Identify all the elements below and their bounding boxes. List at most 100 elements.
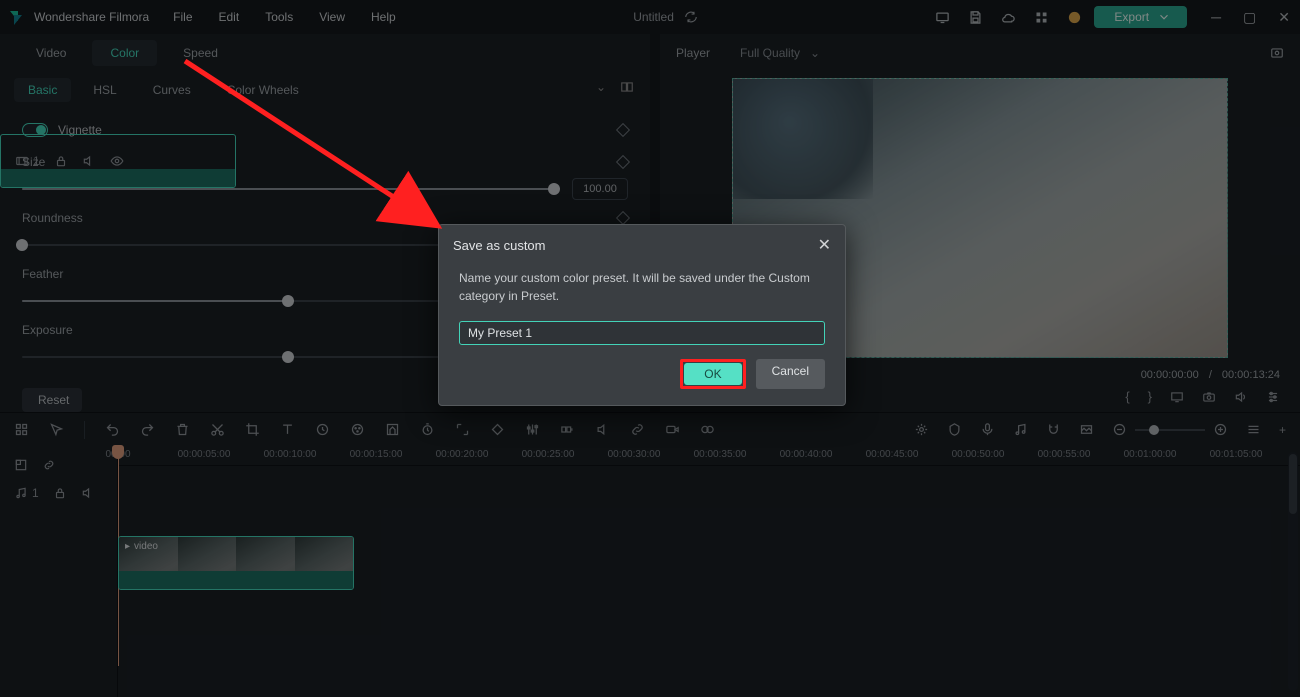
tab-basic[interactable]: Basic — [14, 78, 71, 102]
crop-icon[interactable] — [245, 422, 260, 437]
ruler-tick: 00:00:15:00 — [350, 449, 403, 460]
dialog-close-button[interactable]: ✕ — [818, 235, 831, 255]
zoom-in-icon[interactable] — [1213, 422, 1228, 437]
zoom-control — [1112, 422, 1228, 437]
brace-close[interactable]: } — [1148, 389, 1152, 404]
duration-icon[interactable] — [420, 422, 435, 437]
exposure-label: Exposure — [22, 323, 73, 337]
mute-icon[interactable] — [81, 486, 95, 500]
delete-icon[interactable] — [175, 422, 190, 437]
mixer-icon[interactable] — [914, 422, 929, 437]
user-avatar[interactable] — [1067, 10, 1082, 25]
fullscreen-icon[interactable] — [1170, 390, 1184, 404]
cut-icon[interactable] — [210, 422, 225, 437]
link-icon[interactable] — [630, 422, 645, 437]
record-icon[interactable] — [665, 422, 680, 437]
lock-icon[interactable] — [54, 154, 68, 168]
keyframe-icon[interactable] — [616, 123, 630, 137]
text-icon[interactable] — [280, 422, 295, 437]
tab-video[interactable]: Video — [18, 40, 84, 66]
settings-icon[interactable] — [1266, 390, 1280, 404]
expand-icon[interactable] — [455, 422, 470, 437]
grid-icon[interactable] — [14, 422, 29, 437]
pointer-icon[interactable] — [49, 422, 64, 437]
dialog-title: Save as custom — [453, 238, 546, 253]
menu-tools[interactable]: Tools — [265, 10, 293, 24]
greenscreen-icon[interactable] — [385, 422, 400, 437]
compare-icon[interactable] — [620, 80, 634, 94]
ruler-tick: 00:00:45:00 — [866, 449, 919, 460]
save-icon[interactable] — [968, 10, 983, 25]
app-name: Wondershare Filmora — [34, 10, 149, 24]
menu-view[interactable]: View — [319, 10, 345, 24]
zoom-out-icon[interactable] — [1112, 422, 1127, 437]
mute-icon[interactable] — [82, 154, 96, 168]
add-icon[interactable]: + — [1279, 423, 1286, 437]
time-ruler[interactable]: 00:0000:00:05:0000:00:10:0000:00:15:0000… — [118, 446, 1300, 466]
camera-icon[interactable] — [1202, 390, 1216, 404]
vertical-scrollbar[interactable] — [1288, 452, 1298, 691]
group-icon[interactable] — [560, 422, 575, 437]
effects-icon[interactable] — [700, 422, 715, 437]
minimize-button[interactable]: ─ — [1211, 9, 1221, 26]
maximize-button[interactable]: ▢ — [1243, 9, 1256, 26]
menu-bar: File Edit Tools View Help — [173, 10, 396, 24]
cloud-icon[interactable] — [1001, 10, 1016, 25]
redo-icon[interactable] — [140, 422, 155, 437]
volume-icon[interactable] — [1234, 390, 1248, 404]
tab-curves[interactable]: Curves — [139, 78, 205, 102]
sync-icon[interactable] — [684, 10, 698, 24]
ruler-tick: 00:01:00:00 — [1124, 449, 1177, 460]
adjust-icon[interactable] — [525, 422, 540, 437]
cancel-button[interactable]: Cancel — [756, 359, 825, 389]
brace-open[interactable]: { — [1125, 389, 1129, 404]
audio-track-icon[interactable] — [14, 486, 28, 500]
marker-icon[interactable] — [947, 422, 962, 437]
note-icon[interactable] — [1013, 422, 1028, 437]
tab-color-wheels[interactable]: Color Wheels — [213, 78, 313, 102]
thumbnail-icon[interactable] — [1079, 422, 1094, 437]
track-headers: 1 1 — [0, 446, 118, 697]
color-icon[interactable] — [350, 422, 365, 437]
audio-icon[interactable] — [595, 422, 610, 437]
zoom-slider[interactable] — [1135, 429, 1205, 431]
lock-icon[interactable] — [53, 486, 67, 500]
title-actions — [935, 10, 1082, 25]
menu-file[interactable]: File — [173, 10, 192, 24]
timeline-tracks[interactable]: 00:0000:00:05:0000:00:10:0000:00:15:0000… — [118, 446, 1300, 697]
ok-button[interactable]: OK — [684, 363, 741, 385]
mic-icon[interactable] — [980, 422, 995, 437]
list-icon[interactable] — [1246, 422, 1261, 437]
ruler-tick: 00:00:40:00 — [780, 449, 833, 460]
menu-edit[interactable]: Edit — [219, 10, 240, 24]
media-icon[interactable] — [14, 458, 28, 472]
quality-dropdown[interactable]: Full Quality ⌄ — [740, 46, 820, 60]
video-clip[interactable]: ▸video — [118, 536, 354, 590]
speed-icon[interactable] — [315, 422, 330, 437]
menu-help[interactable]: Help — [371, 10, 396, 24]
window-controls: ─ ▢ ✕ — [1211, 9, 1290, 26]
tab-speed[interactable]: Speed — [165, 40, 236, 66]
video-track-icon[interactable] — [15, 154, 29, 168]
keyframe-icon[interactable] — [616, 155, 630, 169]
chevron-down-icon[interactable]: ⌄ — [596, 80, 606, 94]
keyframe-tool-icon[interactable] — [490, 422, 505, 437]
export-button[interactable]: Export — [1094, 6, 1187, 28]
undo-icon[interactable] — [105, 422, 120, 437]
reset-button[interactable]: Reset — [22, 388, 82, 412]
device-icon[interactable] — [935, 10, 950, 25]
preset-name-input[interactable] — [459, 321, 825, 345]
titlebar: Wondershare Filmora File Edit Tools View… — [0, 0, 1300, 34]
apps-icon[interactable] — [1034, 10, 1049, 25]
timeline: 1 1 00:0000:00:05:0000:00:10:0000:00:15:… — [0, 446, 1300, 697]
chevron-down-icon: ⌄ — [810, 46, 820, 60]
tab-color[interactable]: Color — [92, 40, 157, 66]
tab-hsl[interactable]: HSL — [79, 78, 130, 102]
close-button[interactable]: ✕ — [1278, 9, 1290, 26]
keyframe-icon[interactable] — [616, 211, 630, 225]
snapshot-icon[interactable] — [1270, 46, 1284, 60]
eye-icon[interactable] — [110, 154, 124, 168]
magnet-icon[interactable] — [1046, 422, 1061, 437]
link-icon[interactable] — [42, 458, 56, 472]
size-value[interactable]: 100.00 — [572, 178, 628, 200]
